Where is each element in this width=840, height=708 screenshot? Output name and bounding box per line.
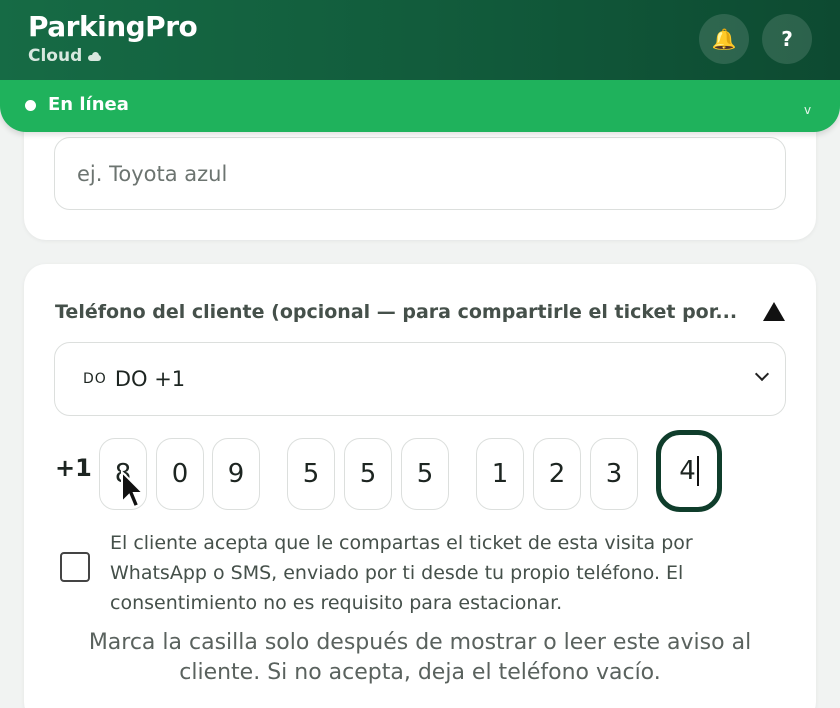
bell-icon: 🔔 bbox=[711, 27, 737, 51]
phone-digit-input[interactable]: 1 bbox=[476, 438, 524, 510]
phone-digit-input[interactable]: 0 bbox=[156, 438, 204, 510]
collapse-triangle-icon[interactable] bbox=[763, 302, 785, 321]
flag-icon: DO bbox=[83, 371, 107, 387]
phone-section-title: Teléfono del cliente (opcional — para co… bbox=[55, 301, 738, 323]
country-select[interactable]: DO DO +1 bbox=[54, 342, 786, 416]
cloud-icon bbox=[86, 51, 102, 61]
status-label: En línea bbox=[48, 94, 129, 115]
chevron-down-icon bbox=[754, 366, 770, 382]
phone-prefix: +1 bbox=[55, 454, 92, 482]
phone-digit-input[interactable]: 5 bbox=[344, 438, 392, 510]
app-header: ParkingPro Cloud 🔔 ? bbox=[0, 0, 840, 80]
phone-digit-input[interactable]: 9 bbox=[212, 438, 260, 510]
notifications-button[interactable]: 🔔 bbox=[699, 14, 749, 64]
consent-checkbox[interactable] bbox=[60, 552, 90, 582]
phone-digit-input[interactable]: 2 bbox=[533, 438, 581, 510]
phone-digit-input-active[interactable]: 4 bbox=[656, 430, 722, 512]
app-title: ParkingPro bbox=[28, 10, 198, 43]
phone-digit-input[interactable]: 5 bbox=[287, 438, 335, 510]
text-caret bbox=[696, 456, 699, 486]
chevron-down-icon[interactable]: v bbox=[804, 103, 811, 117]
mouse-pointer-icon bbox=[121, 470, 146, 509]
app-subtitle: Cloud bbox=[28, 46, 102, 66]
country-label: DO +1 bbox=[114, 367, 186, 391]
phone-digit-input[interactable]: 3 bbox=[590, 438, 638, 510]
consent-hint: Marca la casilla solo después de mostrar… bbox=[88, 630, 752, 685]
status-dot-icon bbox=[25, 100, 36, 111]
connection-status-bar[interactable]: En línea v bbox=[0, 80, 840, 132]
vehicle-description-input[interactable]: ej. Toyota azul bbox=[54, 137, 786, 210]
phone-digit-input[interactable]: 5 bbox=[401, 438, 449, 510]
help-button[interactable]: ? bbox=[762, 14, 812, 64]
consent-text: El cliente acepta que le compartas el ti… bbox=[110, 532, 693, 614]
